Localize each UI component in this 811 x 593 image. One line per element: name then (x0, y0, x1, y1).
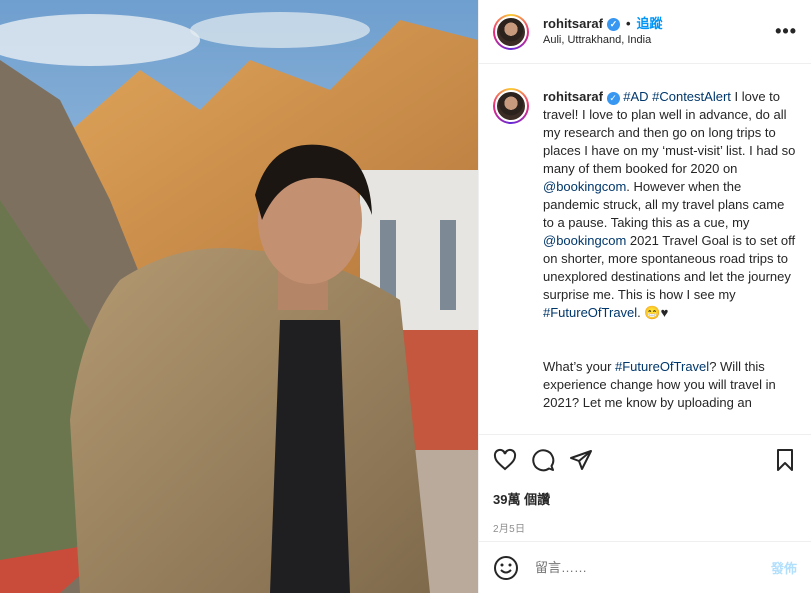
likes-count[interactable]: 39萬 個讚 (493, 489, 797, 508)
comment-bubble-icon[interactable] (531, 448, 555, 472)
emoji-smiley-icon[interactable] (493, 555, 519, 581)
hashtag-futureoftravel-2[interactable]: #FutureOfTravel (615, 359, 709, 374)
author-username[interactable]: rohitsaraf (543, 16, 603, 33)
caption-text-4: . 😁♥ (637, 305, 669, 320)
like-heart-icon[interactable] (493, 448, 517, 472)
post-comment-button[interactable]: 發佈 (771, 558, 797, 577)
author-row: rohitsaraf ✓ • 追蹤 (543, 16, 663, 33)
mention-bookingcom-2[interactable]: @bookingcom (543, 233, 626, 248)
follow-button[interactable]: 追蹤 (637, 16, 663, 33)
comment-bar: 發佈 (479, 541, 811, 593)
action-icons (493, 447, 797, 473)
caption-text: rohitsaraf ✓ #AD #ContestAlert I love to… (543, 88, 797, 434)
caption-avatar[interactable] (493, 88, 529, 124)
post-header: rohitsaraf ✓ • 追蹤 Auli, Uttrakhand, Indi… (479, 0, 811, 64)
share-send-icon[interactable] (569, 448, 593, 472)
avatar-image (495, 15, 527, 48)
mention-bookingcom-1[interactable]: @bookingcom (543, 179, 626, 194)
hashtag-futureoftravel[interactable]: #FutureOfTravel (543, 305, 637, 320)
separator-dot: • (625, 15, 631, 31)
post-sidebar: rohitsaraf ✓ • 追蹤 Auli, Uttrakhand, Indi… (478, 0, 811, 593)
header-meta: rohitsaraf ✓ • 追蹤 Auli, Uttrakhand, Indi… (543, 16, 663, 47)
post-photo[interactable] (0, 0, 478, 593)
post-modal: rohitsaraf ✓ • 追蹤 Auli, Uttrakhand, Indi… (0, 0, 811, 593)
caption-area: rohitsaraf ✓ #AD #ContestAlert I love to… (479, 64, 811, 434)
avatar[interactable] (493, 13, 529, 50)
photo-illustration (0, 0, 478, 593)
caption-verified-icon: ✓ (606, 91, 620, 105)
caption-avatar-image (495, 90, 527, 122)
comment-input[interactable] (533, 559, 771, 576)
more-options-icon[interactable]: ••• (775, 21, 797, 42)
bookmark-save-icon[interactable] (773, 448, 797, 472)
post-date[interactable]: 2月5日 (493, 520, 797, 535)
verified-badge-icon: ✓ (606, 17, 620, 31)
action-bar: 39萬 個讚 2月5日 (479, 434, 811, 535)
caption-hashtags[interactable]: #AD #ContestAlert (623, 89, 731, 104)
caption-text-5: What’s your (543, 359, 616, 374)
location-link[interactable]: Auli, Uttrakhand, India (543, 33, 663, 47)
caption-username[interactable]: rohitsaraf (543, 89, 603, 104)
